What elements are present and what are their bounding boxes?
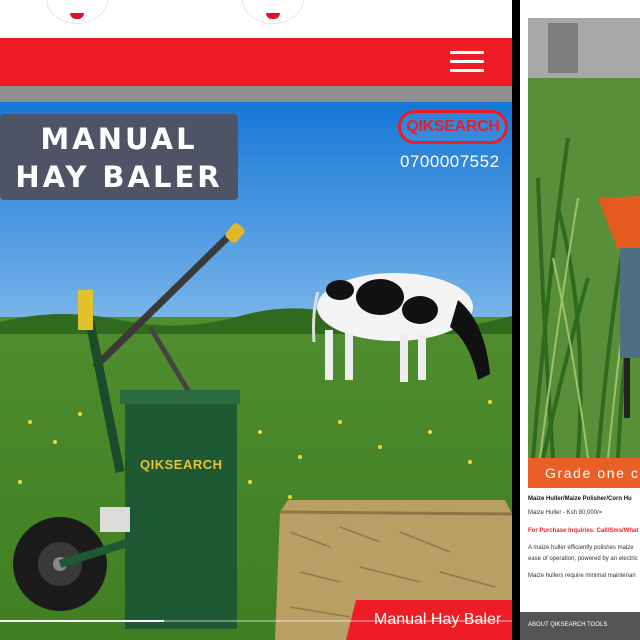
qiksearch-logo: QIKSEARCH [398, 110, 508, 144]
maize-huller-image [528, 18, 640, 458]
nav-circle-button-2[interactable] [242, 0, 304, 24]
hamburger-menu-icon[interactable] [450, 51, 484, 73]
contact-phone: 0700007552 [400, 152, 500, 171]
header-bar [0, 38, 512, 86]
purchase-inquiries: For Purchase Inquiries: Call/Sms/What [528, 528, 639, 534]
slideshow-progress-fill [0, 620, 164, 622]
panel-divider [512, 0, 520, 640]
product-banner-image: MANUAL HAY BALER QIKSEARCH 0700007552 QI… [0, 102, 512, 640]
banner-title-line-1: MANUAL [40, 122, 198, 156]
banner-title-line-2: HAY BALER [15, 160, 223, 194]
grade-banner: Grade one c [528, 458, 640, 488]
maize-huller-scene [528, 18, 640, 458]
grade-label: Grade one c [545, 465, 640, 481]
nav-dot-icon [266, 13, 280, 19]
product-title: Maize Huller/Maize Polisher/Corn Hu [528, 496, 632, 502]
nav-dot-icon [70, 13, 84, 19]
banner-title-box: MANUAL HAY BALER [0, 114, 238, 200]
slideshow-progress-bar [0, 620, 512, 622]
description-line-3: Maize hullers require minimal maintenan [528, 573, 636, 579]
nav-circle-button-1[interactable] [46, 0, 108, 24]
description-line-1: A maize huller efficiently polishes maiz… [528, 545, 634, 551]
product-price: Maize Huller - Ksh 80,000/= [528, 510, 603, 516]
right-story-panel[interactable]: Grade one c Maize Huller/Maize Polisher/… [520, 0, 640, 640]
about-footer[interactable]: ABOUT QIKSEARCH TOOLS [520, 612, 640, 640]
top-nav-strip [0, 0, 512, 38]
description-line-2: ease of operation, powered by an electri… [528, 556, 638, 562]
about-footer-label: ABOUT QIKSEARCH TOOLS [528, 622, 608, 628]
header-divider [0, 86, 512, 102]
machine-label: QIKSEARCH [140, 457, 223, 472]
right-top-strip [520, 0, 640, 18]
left-story-panel: MANUAL HAY BALER QIKSEARCH 0700007552 QI… [0, 0, 512, 640]
